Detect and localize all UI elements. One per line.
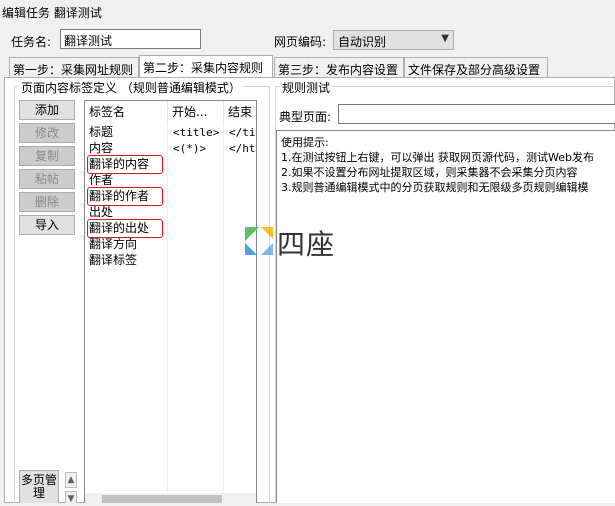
tab-step3[interactable]: 第三步：发布内容设置	[274, 57, 404, 77]
task-name-input[interactable]: 翻译测试	[60, 29, 201, 49]
window-title: 编辑任务 翻译测试	[2, 6, 102, 20]
column-header-tag-name[interactable]: 标签名	[85, 101, 168, 123]
tag-name: 内容	[89, 141, 114, 155]
tip-line: 3.规则普通编辑模式中的分页获取规则和无限级多页规则编辑模	[281, 181, 589, 194]
tag-name: 作者	[89, 173, 114, 187]
tag-name: 翻译方向	[89, 237, 138, 251]
watermark-text: 四座	[277, 228, 336, 261]
move-down-icon[interactable]: ▼	[65, 491, 77, 504]
table-row[interactable]: 翻译标签	[89, 253, 137, 268]
highlight-box	[87, 187, 163, 206]
multi-page-manage-button[interactable]: 多页管理	[19, 470, 59, 503]
chevron-down-icon: ▼	[441, 33, 449, 44]
column-divider	[167, 123, 168, 503]
copy-button[interactable]: 复制	[19, 146, 75, 166]
edit-button[interactable]: 修改	[19, 123, 75, 143]
table-row[interactable]: 翻译方向	[89, 237, 137, 252]
tag-name: 出处	[89, 205, 114, 219]
tip-line: 1.在测试按钮上右键，可以弹出 获取网页源代码，测试Web发布	[281, 151, 594, 164]
table-row[interactable]: 出处	[89, 205, 113, 220]
tab-step2[interactable]: 第二步：采集内容规则	[139, 55, 273, 77]
paste-button[interactable]: 粘帖	[19, 169, 75, 189]
watermark-mark-icon	[245, 227, 273, 255]
tab-step1[interactable]: 第一步：采集网址规则	[9, 57, 139, 77]
table-row[interactable]: 作者	[89, 173, 113, 188]
encoding-value: 自动识别	[338, 35, 387, 49]
tip-line: 2.如果不设置分布网址提取区域，则采集器不会采集分页内容	[281, 166, 578, 179]
column-header-start[interactable]: 开始...	[168, 101, 224, 123]
encoding-select[interactable]: 自动识别 ▼	[333, 30, 454, 50]
tag-start: <(*)>	[173, 142, 207, 155]
move-up-icon[interactable]: ▲	[65, 472, 77, 488]
tag-end: </ht	[229, 142, 256, 155]
tag-definition-legend: 页面内容标签定义 （规则普通编辑模式）	[19, 79, 243, 96]
import-button[interactable]: 导入	[19, 215, 75, 235]
table-row[interactable]: 标题	[89, 125, 113, 140]
tag-start: <title>	[173, 126, 220, 139]
delete-button[interactable]: 删除	[19, 192, 75, 212]
tag-list[interactable]: 标签名 开始... 结束 标题 <title> </ti 内容 <(*)> </…	[84, 100, 257, 503]
tag-end: </ti	[229, 126, 256, 139]
highlight-box	[87, 155, 163, 174]
tab-file-save[interactable]: 文件保存及部分高级设置	[404, 57, 548, 77]
horizontal-scrollbar[interactable]	[85, 493, 256, 503]
typical-page-label: 典型页面:	[279, 110, 332, 124]
column-header-end[interactable]: 结束	[224, 101, 256, 123]
tips-heading: 使用提示:	[281, 136, 329, 149]
add-button[interactable]: 添加	[19, 100, 75, 120]
tag-name: 翻译标签	[89, 253, 138, 267]
encoding-label: 网页编码:	[274, 35, 327, 49]
tag-name: 标题	[89, 125, 114, 139]
usage-tips-box[interactable]: 使用提示: 1.在测试按钮上右键，可以弹出 获取网页源代码，测试Web发布 2.…	[276, 130, 615, 503]
typical-page-input[interactable]	[338, 104, 615, 124]
task-name-label: 任务名:	[11, 35, 52, 49]
column-divider	[223, 123, 224, 503]
watermark-logo: 四座	[243, 224, 353, 261]
table-row[interactable]: 内容	[89, 141, 113, 156]
highlight-box	[87, 219, 163, 238]
rule-test-legend: 规则测试	[280, 79, 333, 96]
scrollbar-thumb[interactable]	[102, 495, 222, 503]
window-title-bar: 编辑任务 翻译测试	[0, 0, 615, 22]
